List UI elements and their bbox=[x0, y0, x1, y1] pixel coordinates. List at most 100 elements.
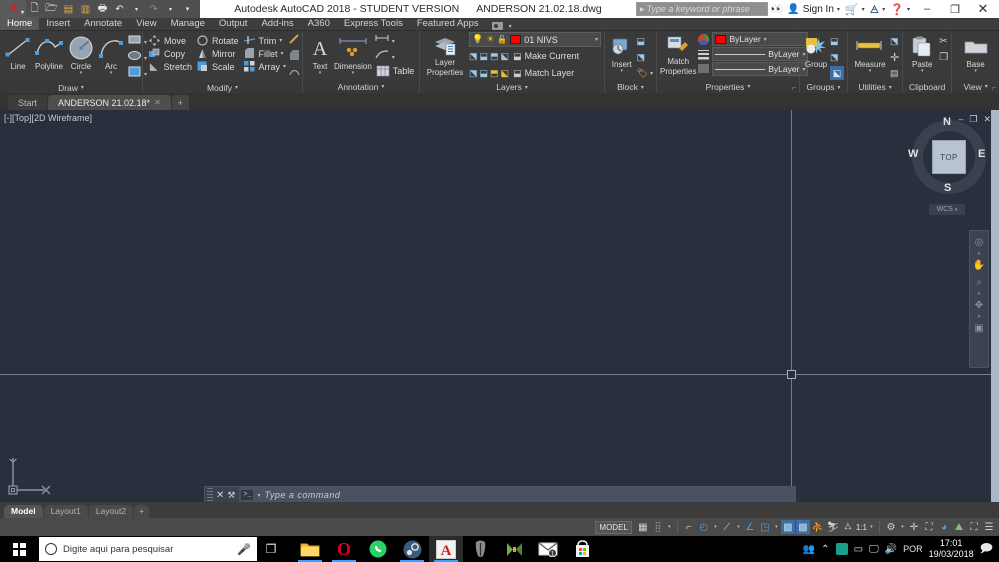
chevron-down-icon[interactable]: ▾ bbox=[889, 84, 892, 91]
measure-chevron-icon[interactable]: ▾ bbox=[869, 69, 872, 74]
restore-button[interactable]: ❐ bbox=[941, 0, 969, 18]
layer-on-icon[interactable]: 💡 bbox=[472, 34, 483, 45]
view-cube[interactable]: TOP N S E W bbox=[908, 116, 986, 194]
microphone-icon[interactable]: 🎤 bbox=[237, 543, 251, 556]
panel-modify-title[interactable]: Modify ▾ bbox=[143, 82, 302, 93]
steering-wheel-icon[interactable]: ◎ bbox=[971, 234, 987, 250]
layout-tab-layout2[interactable]: Layout2 bbox=[88, 504, 134, 518]
snap-chevron-icon[interactable]: ▾ bbox=[666, 524, 673, 530]
taskbar-app-media-player[interactable] bbox=[497, 536, 531, 562]
panel-view-title[interactable]: View ▾ ⌐ bbox=[952, 80, 999, 93]
match-properties-button[interactable]: Match Properties bbox=[660, 32, 696, 76]
volume-icon[interactable]: 🔊 bbox=[885, 544, 897, 555]
fillet-chevron-icon[interactable]: ▾ bbox=[281, 50, 284, 57]
object-color-chevron-icon[interactable]: ▾ bbox=[764, 36, 767, 43]
layer-lock-icon[interactable]: 🔓 bbox=[497, 35, 507, 44]
qat-customize-icon[interactable]: ▾ bbox=[179, 0, 196, 18]
layer-isolate-icon[interactable]: ⬔ bbox=[469, 51, 478, 62]
lineweight-icon[interactable]: ◳ bbox=[758, 520, 772, 534]
infocenter-search[interactable]: ▶ Type a keyword or phrase bbox=[635, 2, 768, 16]
new-file-tab-button[interactable]: + bbox=[171, 95, 190, 110]
units-icon[interactable]: ⛰ bbox=[952, 520, 966, 534]
steering-wheel-chevron-icon[interactable]: ▾ bbox=[978, 251, 981, 257]
modify-trim-button[interactable]: Trim ▾ bbox=[241, 34, 289, 47]
layout-tab-model[interactable]: Model bbox=[4, 504, 43, 518]
transparency-icon[interactable]: ▩ bbox=[780, 520, 795, 534]
modify-rotate-button[interactable]: Rotate bbox=[194, 34, 241, 47]
modify-mirror-button[interactable]: Mirror bbox=[194, 47, 241, 60]
compass-west-label[interactable]: W bbox=[908, 148, 918, 160]
ribbon-tab-insert[interactable]: Insert bbox=[39, 17, 77, 30]
block-insert-button[interactable]: Insert ▾ bbox=[608, 33, 636, 74]
panel-draw-title[interactable]: Draw ▾ bbox=[0, 82, 142, 93]
workspace-chevron-icon[interactable]: ▾ bbox=[899, 524, 906, 530]
undo-dropdown-icon[interactable]: ▾ bbox=[128, 0, 145, 18]
measure-button[interactable]: Measure ▾ bbox=[851, 33, 889, 74]
add-selected-icon[interactable]: ✛ bbox=[890, 51, 899, 64]
save-as-icon[interactable]: ▥ bbox=[77, 0, 94, 18]
undo-icon[interactable]: ↶ bbox=[111, 0, 128, 18]
base-chevron-icon[interactable]: ▾ bbox=[974, 69, 977, 74]
chevron-down-icon[interactable]: ▾ bbox=[837, 84, 840, 91]
draw-arc-button[interactable]: Arc ▾ bbox=[97, 33, 125, 76]
panel-groups-title[interactable]: Groups ▾ bbox=[800, 81, 847, 93]
modify-fillet-button[interactable]: Fillet ▾ bbox=[241, 47, 289, 60]
ribbon-tab-annotate[interactable]: Annotate bbox=[77, 17, 129, 30]
hatch-icon[interactable] bbox=[127, 65, 142, 83]
ribbon-tab-view[interactable]: View bbox=[129, 17, 163, 30]
layer-make-current-button[interactable]: ⬓ Make Current bbox=[511, 51, 581, 62]
taskbar-app-store[interactable] bbox=[565, 536, 599, 562]
properties-dialog-launcher-icon[interactable]: ⌐ bbox=[792, 85, 796, 92]
navigation-bar[interactable]: ◎ ▾ ✋ ⌕ ▾ ✥ ▾ ▣ bbox=[969, 230, 989, 368]
ribbon-tab-addins[interactable]: Add-ins bbox=[254, 17, 300, 30]
taskbar-app-file-explorer[interactable] bbox=[293, 536, 327, 562]
polar-chevron-icon[interactable]: ▾ bbox=[712, 524, 719, 530]
annotation-visibility-icon[interactable]: ⛹ bbox=[811, 520, 825, 534]
model-paper-toggle[interactable]: MODEL bbox=[595, 520, 632, 534]
polar-tracking-icon[interactable]: ◴ bbox=[697, 520, 711, 534]
ribbon-tab-manage[interactable]: Manage bbox=[164, 17, 212, 30]
ribbon-tab-output[interactable]: Output bbox=[212, 17, 255, 30]
workspace-switching-icon[interactable]: ⚙ bbox=[884, 520, 898, 534]
annotation-text-button[interactable]: A Text ▾ bbox=[306, 33, 334, 76]
color-wheel-icon[interactable] bbox=[697, 32, 710, 47]
layer-turn-all-on-icon[interactable]: ⬕ bbox=[501, 51, 510, 62]
layout-tab-layout1[interactable]: Layout1 bbox=[43, 504, 88, 518]
object-lineweight-combo[interactable]: ByLayer ▾ bbox=[712, 47, 809, 61]
linetype-list-icon[interactable] bbox=[697, 61, 710, 75]
object-snap-icon[interactable]: ⟋ bbox=[720, 520, 734, 534]
view-dialog-launcher-icon[interactable]: ⌐ bbox=[992, 85, 996, 92]
minimize-button[interactable]: – bbox=[913, 0, 941, 18]
chevron-down-icon[interactable]: ▾ bbox=[381, 83, 384, 90]
layer-lock-obj-icon[interactable]: ⬓ bbox=[480, 68, 489, 79]
close-icon[interactable]: ✕ bbox=[154, 98, 161, 107]
osnap-chevron-icon[interactable]: ▾ bbox=[735, 524, 742, 530]
modify-scale-button[interactable]: Scale bbox=[194, 60, 241, 73]
search-expand-icon[interactable]: ▶ bbox=[640, 6, 645, 13]
layer-match-layer-button[interactable]: ⬓ Match Layer bbox=[511, 68, 576, 79]
isolate-objects-icon[interactable]: ✛ bbox=[907, 520, 921, 534]
application-menu-button[interactable]: A ▾ bbox=[0, 0, 26, 18]
taskbar-app-mail[interactable]: 1 bbox=[531, 536, 565, 562]
annotation-scale-sync-icon[interactable]: ⛼ bbox=[841, 520, 855, 534]
lineweight-chevron-icon[interactable]: ▾ bbox=[773, 524, 780, 530]
sign-in-chevron-icon[interactable]: ▾ bbox=[837, 6, 840, 13]
offset-icon[interactable] bbox=[288, 65, 301, 83]
redo-icon[interactable]: ↷ bbox=[145, 0, 162, 18]
group-selection-on-icon[interactable]: ⬕ bbox=[830, 66, 844, 80]
ribbon-display-options[interactable]: ▾ bbox=[491, 22, 515, 30]
block-attribute-chevron-icon[interactable]: ▾ bbox=[650, 70, 653, 77]
command-input[interactable]: >_ ▾ Type a command bbox=[239, 487, 795, 503]
ribbon-tab-a360[interactable]: A360 bbox=[301, 17, 337, 30]
layer-properties-button[interactable]: Layer Properties bbox=[423, 32, 467, 77]
layer-freeze-icon[interactable]: ☀ bbox=[486, 34, 494, 45]
ucs-selector[interactable]: WCS ▾ bbox=[929, 204, 965, 215]
layer-control-combo[interactable]: 💡 ☀ 🔓 01 NIVS ▾ bbox=[469, 32, 601, 47]
array-chevron-icon[interactable]: ▾ bbox=[283, 63, 286, 70]
autodesk-a360-icon[interactable]: 🜁 bbox=[870, 0, 880, 20]
display-drawing-grid-icon[interactable]: ▦ bbox=[636, 520, 650, 534]
chevron-down-icon[interactable]: ▾ bbox=[985, 83, 988, 90]
onedrive-icon[interactable] bbox=[835, 543, 848, 555]
start-button[interactable] bbox=[0, 536, 38, 562]
draw-line-button[interactable]: Line bbox=[3, 33, 33, 71]
